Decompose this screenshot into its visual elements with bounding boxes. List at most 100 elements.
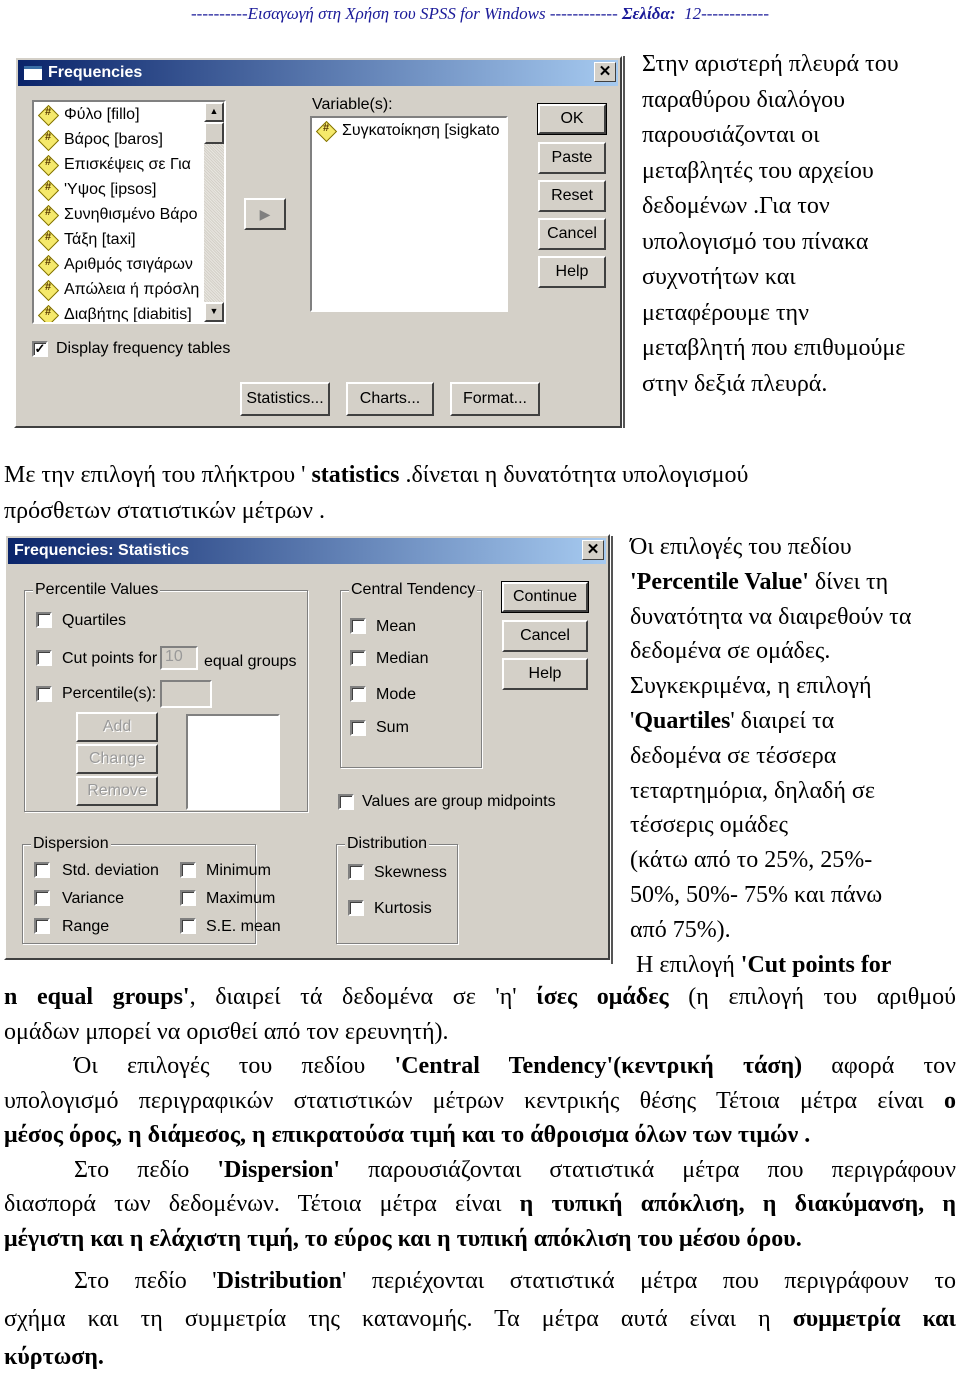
variance-checkbox[interactable]: [34, 890, 50, 906]
charts-button[interactable]: Charts...: [346, 382, 434, 416]
dist-b: ' περιέχονται στατιστικά μέτρα που περιγ…: [341, 1268, 956, 1294]
maximum-checkbox[interactable]: [180, 890, 196, 906]
variable-list-item[interactable]: # Διαβήτης [diabitis]: [34, 302, 224, 323]
reset-button[interactable]: Reset: [538, 180, 606, 212]
numeric-variable-icon: #: [38, 230, 58, 250]
ptext-l7: δεδομένα σε τέσσερα: [630, 742, 837, 769]
ok-button[interactable]: OK: [537, 103, 607, 135]
cut-b: (η επιλογή του αριθμού: [668, 984, 956, 1010]
mode-label: Mode: [376, 686, 417, 703]
stats-cancel-button[interactable]: Cancel: [502, 620, 588, 652]
ptext-l13: Η επιλογή: [630, 951, 741, 978]
quartiles-label: Quartiles: [62, 612, 127, 629]
icon-glyph: #: [44, 305, 52, 318]
remove-button[interactable]: Remove: [76, 776, 158, 806]
close-button[interactable]: ✕: [594, 62, 616, 82]
cancel-button[interactable]: Cancel: [538, 218, 606, 250]
median-checkbox[interactable]: [350, 650, 366, 666]
scrollbar[interactable]: ▲ ▼: [204, 102, 224, 322]
range-checkbox[interactable]: [34, 918, 50, 934]
ptext-l2: δίνει τη: [808, 568, 889, 595]
add-button[interactable]: Add: [76, 712, 158, 742]
intro-line1-c: .δίνεται η δυνατότητα υπολογισμού: [399, 462, 749, 488]
icon-glyph: #: [44, 205, 52, 218]
numeric-variable-icon: #: [316, 121, 336, 141]
std-deviation-checkbox[interactable]: [34, 862, 50, 878]
intro-line: συχνοτήτων και: [642, 264, 796, 290]
ptext-l13-bold: 'Cut points for: [740, 951, 892, 978]
percentiles-checkbox[interactable]: [36, 686, 52, 702]
central-legend: Central Tendency: [349, 581, 478, 599]
scroll-thumb[interactable]: [204, 122, 224, 144]
variable-list-item[interactable]: # Αριθμός τσιγάρων: [34, 252, 224, 277]
ptext-l6: ' διαιρεί τα: [730, 707, 835, 734]
mode-checkbox[interactable]: [350, 686, 366, 702]
selected-variable-list[interactable]: # Συγκατοίκηση [sigkato: [310, 116, 508, 312]
variable-name: Απώλεια ή πρόσλη: [64, 280, 200, 298]
page-label: Σελίδα:: [622, 4, 676, 23]
format-button[interactable]: Format...: [450, 382, 540, 416]
statistics-button[interactable]: Statistics...: [240, 382, 330, 416]
skewness-checkbox[interactable]: [348, 864, 364, 880]
cut-points-input[interactable]: 10: [160, 646, 198, 670]
numeric-variable-icon: #: [38, 130, 58, 150]
percentiles-label: Percentile(s):: [62, 685, 157, 702]
statistics-dialog: Frequencies: Statistics ✕ Percentile Val…: [4, 534, 610, 960]
cut-points-label: Cut points for: [62, 650, 158, 667]
image-edge-2: [611, 536, 613, 964]
cut-line2: ομάδων μπορεί να ορισθεί από τον ερευνητ…: [4, 1018, 449, 1045]
numeric-variable-icon: #: [38, 255, 58, 275]
distribution-legend: Distribution: [345, 835, 430, 853]
variable-list-item[interactable]: # Απώλεια ή πρόσλη: [34, 277, 224, 302]
variable-list-item[interactable]: # Βάρος [baros]: [34, 127, 224, 152]
stats-close-button[interactable]: ✕: [582, 540, 604, 560]
variable-list-item[interactable]: # Φύλο [fillo]: [34, 102, 224, 127]
stats-dialog-title: Frequencies: Statistics: [14, 542, 190, 559]
intro-line: μεταβλητή που επιθυμούμε: [642, 335, 906, 361]
cut-points-checkbox[interactable]: [36, 650, 52, 666]
minimum-checkbox[interactable]: [180, 862, 196, 878]
ptext-l4: δεδομένα σε ομάδες.: [630, 638, 831, 665]
percentile-text: Όι επιλογές του πεδίου 'Percentile Value…: [630, 530, 960, 982]
group-midpoints-checkbox[interactable]: [338, 794, 354, 810]
variable-list-item[interactable]: # Τάξη [taxi]: [34, 227, 224, 252]
image-edge: [623, 56, 625, 428]
intro-line: παραθύρου διαλόγου: [642, 86, 845, 113]
intro-text: Στην αριστερή πλευρά του παραθύρου διαλόγ…: [642, 47, 905, 402]
intro-line: μεταφέρουμε την: [642, 299, 809, 326]
numeric-variable-icon: #: [38, 180, 58, 200]
se-mean-checkbox[interactable]: [180, 918, 196, 934]
change-button[interactable]: Change: [76, 744, 158, 774]
intro-line1-a: Με την επιλογή του πλήκτρου ': [4, 462, 306, 488]
percentiles-input[interactable]: [160, 680, 212, 708]
source-variable-list[interactable]: # Φύλο [fillo] # Βάρος [baros] # Επισκέψεις σ…: [32, 100, 226, 324]
header-suffix: ------------: [701, 4, 769, 23]
move-variable-button[interactable]: ▶: [244, 198, 286, 230]
variable-name: Επισκέψεις σε Για: [64, 155, 191, 173]
mean-checkbox[interactable]: [350, 618, 366, 634]
ptext-l12: από 75%).: [630, 916, 731, 943]
kurtosis-checkbox[interactable]: [348, 900, 364, 916]
variable-list-item[interactable]: # Συνηθισμένο Βάρο: [34, 202, 224, 227]
intro-line1-bold: statistics: [305, 462, 400, 488]
variable-list-item[interactable]: # Συγκατοίκηση [sigkato: [312, 118, 506, 143]
paste-button[interactable]: Paste: [538, 142, 606, 174]
stats-help-button[interactable]: Help: [502, 658, 588, 690]
variable-name: 'Υψος [ipsos]: [64, 180, 157, 198]
variable-list-item[interactable]: # Επισκέψεις σε Για: [34, 152, 224, 177]
scroll-up-button[interactable]: ▲: [204, 102, 224, 122]
sum-checkbox[interactable]: [350, 720, 366, 736]
display-tables-checkbox[interactable]: ✓: [32, 341, 48, 357]
continue-button[interactable]: Continue: [501, 581, 589, 613]
percentile-list[interactable]: [186, 714, 280, 810]
variable-list-item[interactable]: # 'Υψος [ipsos]: [34, 177, 224, 202]
quartiles-checkbox[interactable]: [36, 612, 52, 628]
scroll-down-button[interactable]: ▼: [204, 302, 224, 322]
intro-line: στην δεξιά πλευρά.: [642, 370, 828, 397]
minimum-label: Minimum: [206, 862, 271, 879]
group-midpoints-label: Values are group midpoints: [362, 793, 556, 810]
help-button[interactable]: Help: [538, 256, 606, 288]
disp-b: παρουσιάζονται στατιστικά μέτρα που περι…: [340, 1156, 957, 1183]
intro-line2: πρόσθετων στατιστικών μέτρων .: [4, 497, 325, 524]
central-tendency-group: Central Tendency: [340, 581, 482, 768]
